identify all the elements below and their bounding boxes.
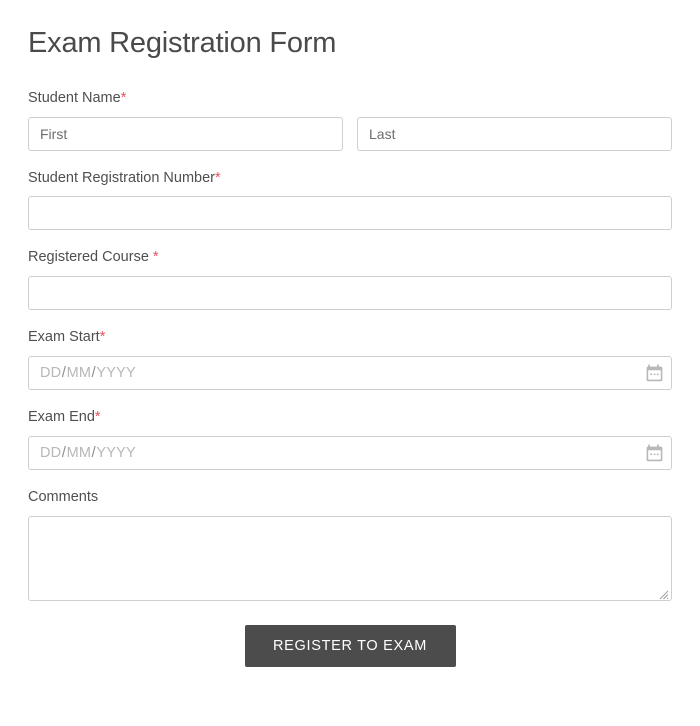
calendar-icon[interactable] bbox=[646, 444, 663, 462]
label-exam-start: Exam Start* bbox=[28, 328, 672, 347]
required-asterisk-student-name: * bbox=[120, 89, 127, 106]
field-student-name: Student Name* bbox=[28, 89, 672, 151]
registered-course-input[interactable] bbox=[28, 276, 672, 311]
label-registered-course: Registered Course * bbox=[28, 248, 672, 267]
exam-end-date-wrap: DD / MM / YYYY bbox=[28, 436, 672, 471]
exam-end-date-input[interactable] bbox=[28, 436, 672, 471]
label-registration-number-text: Student Registration Number bbox=[28, 169, 215, 186]
register-to-exam-button[interactable]: Register to Exam bbox=[244, 624, 456, 667]
exam-start-date-input[interactable] bbox=[28, 356, 672, 391]
label-student-name-text: Student Name bbox=[28, 89, 121, 106]
calendar-icon[interactable] bbox=[646, 364, 663, 382]
required-asterisk-registration-number: * bbox=[215, 169, 221, 186]
page-title: Exam Registration Form bbox=[28, 27, 337, 59]
field-exam-start: Exam Start* DD / MM / YYYY bbox=[28, 328, 672, 391]
required-asterisk-exam-end: * bbox=[94, 409, 101, 426]
exam-registration-form: Exam Registration Form Student Name* Stu… bbox=[0, 0, 700, 726]
registration-number-input[interactable] bbox=[28, 196, 672, 231]
student-first-name-input[interactable] bbox=[28, 116, 343, 151]
required-asterisk-registered-course: * bbox=[152, 249, 159, 266]
label-exam-end: Exam End* bbox=[28, 408, 672, 427]
label-exam-start-text: Exam Start bbox=[28, 329, 100, 346]
label-comments-text: Comments bbox=[28, 489, 99, 506]
label-comments: Comments bbox=[28, 488, 672, 507]
comments-textarea[interactable] bbox=[28, 515, 672, 601]
field-exam-end: Exam End* DD / MM / YYYY bbox=[28, 408, 672, 471]
submit-row: Register to Exam bbox=[28, 624, 672, 667]
field-registration-number: Student Registration Number* bbox=[28, 169, 672, 231]
required-asterisk-exam-start: * bbox=[99, 329, 106, 346]
field-comments: Comments bbox=[28, 488, 672, 601]
student-last-name-input[interactable] bbox=[357, 116, 672, 151]
label-student-name: Student Name* bbox=[28, 89, 672, 108]
field-registered-course: Registered Course * bbox=[28, 248, 672, 311]
student-name-row bbox=[28, 116, 672, 151]
label-exam-end-text: Exam End bbox=[28, 409, 95, 426]
exam-start-date-wrap: DD / MM / YYYY bbox=[28, 356, 672, 391]
label-registration-number: Student Registration Number* bbox=[28, 169, 672, 188]
comments-wrap bbox=[28, 515, 672, 601]
label-registered-course-text: Registered Course bbox=[28, 249, 149, 266]
